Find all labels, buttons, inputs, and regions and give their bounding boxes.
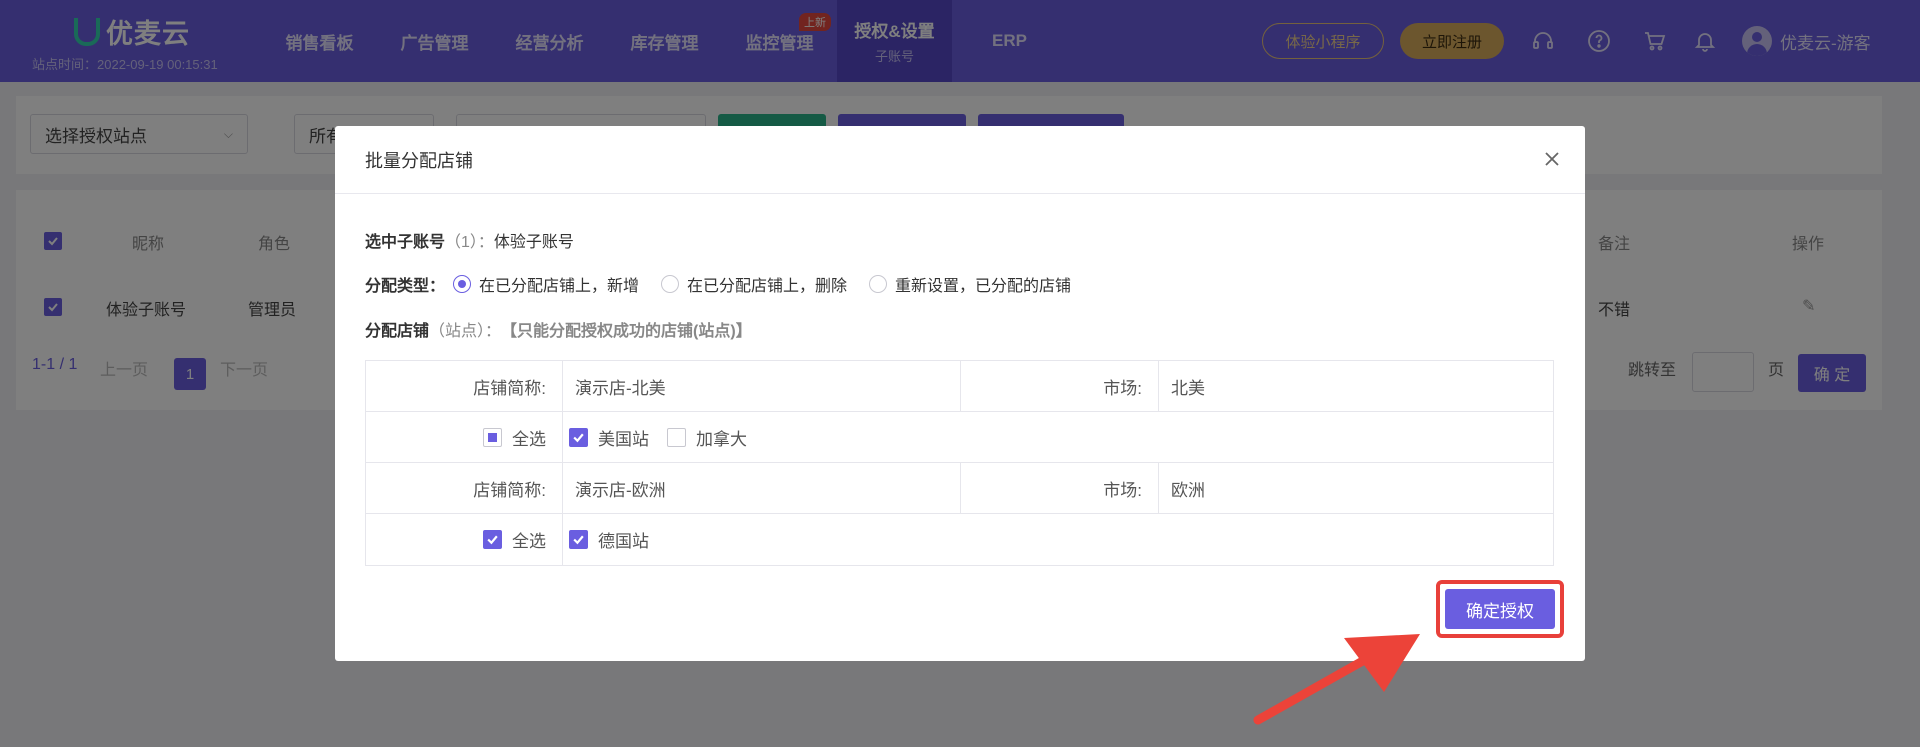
sites-cell: 德国站 <box>563 514 1553 565</box>
select-all-checkbox[interactable] <box>483 427 502 447</box>
select-all-label: 全选 <box>512 532 546 551</box>
modal-title: 批量分配店铺 <box>365 150 473 171</box>
radio-option-reset[interactable]: 重新设置，已分配的店铺 <box>869 272 1071 296</box>
radio-button[interactable] <box>661 275 680 293</box>
confirm-authorize-button[interactable]: 确定授权 <box>1445 589 1555 629</box>
shop-sites-row: 全选 德国站 <box>366 514 1553 565</box>
radio-label: 在已分配店铺上，新增 <box>479 278 640 295</box>
radio-label: 重新设置，已分配的店铺 <box>895 278 1072 295</box>
assign-type-row: 分配类型： 在已分配店铺上，新增 在已分配店铺上，删除 重新设置，已分配的店铺 <box>365 272 1093 296</box>
market-label: 市场: <box>961 463 1159 513</box>
store-hint: 【只能分配授权成功的店铺(站点)】 <box>501 323 752 340</box>
radio-button[interactable] <box>869 275 888 293</box>
site-label: 德国站 <box>598 532 649 551</box>
modal-header: 批量分配店铺 <box>335 126 1585 194</box>
site-checkbox[interactable] <box>667 427 686 447</box>
site-option-de[interactable]: 德国站 <box>569 527 649 552</box>
shop-name-label: 店铺简称: <box>366 463 563 513</box>
select-all-checkbox[interactable] <box>483 530 502 549</box>
radio-label: 在已分配店铺上，删除 <box>687 278 848 295</box>
shop-name-label: 店铺简称: <box>366 361 563 411</box>
store-label: 分配店铺 <box>365 323 430 340</box>
shop-name: 演示店-欧洲 <box>563 463 961 513</box>
select-all-cell: 全选 <box>366 514 563 565</box>
assign-store-row: 分配店铺 （站点）： 【只能分配授权成功的店铺(站点)】 <box>365 317 752 341</box>
selected-label: 选中子账号 <box>365 234 446 251</box>
type-label: 分配类型： <box>365 278 446 295</box>
store-paren: （站点）： <box>429 323 502 340</box>
radio-option-add[interactable]: 在已分配店铺上，新增 <box>453 272 639 296</box>
shop-info-row: 店铺简称: 演示店-欧洲 市场: 欧洲 <box>366 463 1553 514</box>
selected-account-row: 选中子账号 （1）： 体验子账号 <box>365 228 574 252</box>
market-value: 北美 <box>1171 378 1205 398</box>
site-checkbox[interactable] <box>569 427 588 447</box>
site-label: 美国站 <box>598 429 649 449</box>
site-checkbox[interactable] <box>569 530 588 549</box>
shop-name: 演示店-北美 <box>563 361 961 411</box>
selected-count: （1）： <box>445 234 494 251</box>
annotation-arrow-icon <box>1253 634 1420 725</box>
market-label: 市场: <box>961 361 1159 411</box>
radio-button[interactable] <box>453 275 472 293</box>
site-option-ca[interactable]: 加拿大 <box>667 425 747 450</box>
shop-sites-row: 全选 美国站 加拿大 <box>366 412 1553 463</box>
select-all-option[interactable]: 全选 <box>483 527 546 552</box>
selected-account-name: 体验子账号 <box>493 234 574 251</box>
shop-info-row: 店铺简称: 演示店-北美 市场: 北美 <box>366 361 1553 412</box>
site-label: 加拿大 <box>696 429 747 449</box>
store-grid: 店铺简称: 演示店-北美 市场: 北美 全选 美国站 加拿大 店铺简称: 演示店… <box>365 360 1554 566</box>
radio-option-remove[interactable]: 在已分配店铺上，删除 <box>661 272 847 296</box>
site-option-us[interactable]: 美国站 <box>569 425 649 450</box>
select-all-label: 全选 <box>512 429 546 449</box>
market-value: 欧洲 <box>1171 480 1205 500</box>
select-all-option[interactable]: 全选 <box>483 425 546 450</box>
confirm-highlight-box: 确定授权 <box>1436 580 1564 638</box>
sites-cell: 美国站 加拿大 <box>563 412 1553 462</box>
batch-assign-modal: 批量分配店铺 选中子账号 （1）： 体验子账号 分配类型： 在已分配店铺上，新增… <box>335 126 1585 661</box>
select-all-cell: 全选 <box>366 412 563 462</box>
close-icon[interactable] <box>1541 148 1563 170</box>
